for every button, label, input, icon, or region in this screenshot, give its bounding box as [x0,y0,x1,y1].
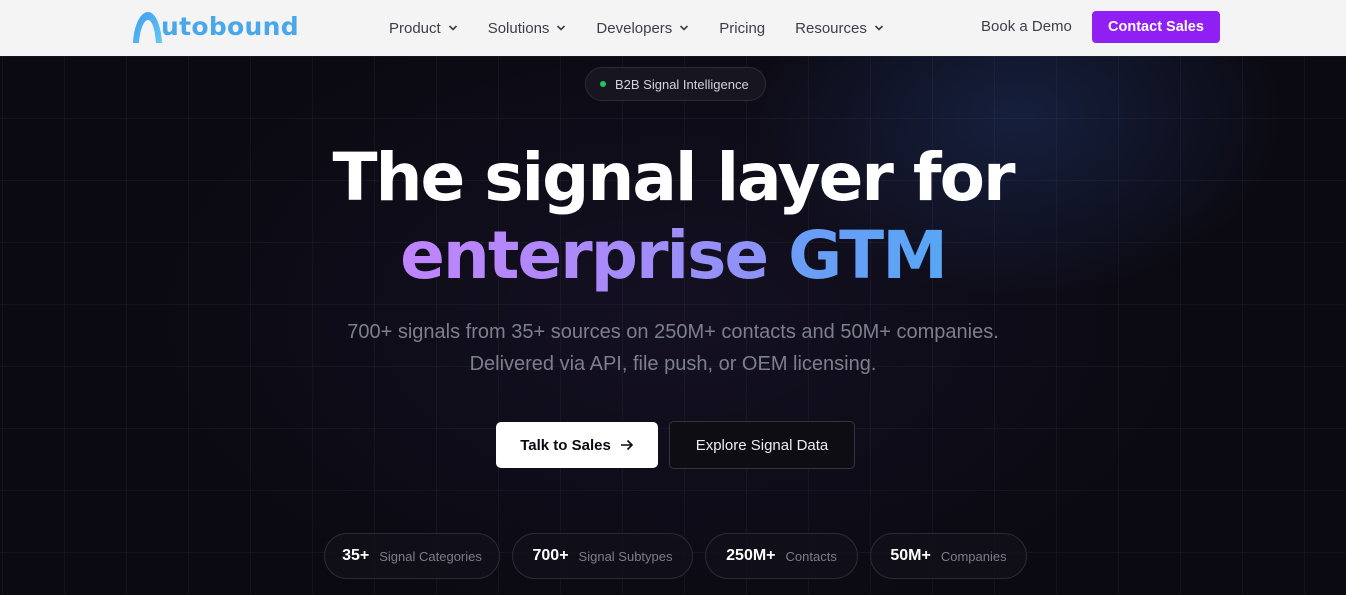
chevron-down-icon [680,25,689,31]
badge-text: B2B Signal Intelligence [615,76,749,92]
nav-item-label: Resources [795,19,867,37]
stat-pill-signal-categories: 35+ Signal Categories [324,533,500,579]
stat-value: 250M+ [726,547,776,564]
nav-item-label: Developers [596,19,673,37]
headline-line-1: The signal layer for [332,139,1015,216]
headline-word-gtm: GTM [788,217,948,294]
stat-label: Signal Categories [379,548,482,564]
nav-item-solutions[interactable]: Solutions [488,20,567,37]
stat-label: Signal Subtypes [578,548,673,564]
stat-label: Contacts [785,548,837,564]
arrow-right-icon [620,439,633,451]
hero-badge: B2B Signal Intelligence [585,67,766,101]
headline-line-2: enterprise GTM [0,216,1346,296]
nav-item-pricing[interactable]: Pricing [719,20,765,37]
chevron-down-icon [557,25,566,31]
autobound-logo[interactable]: utobound [131,9,299,45]
main-nav: Product Solutions Developers Pricing Res… [389,0,914,56]
nav-item-label: Product [389,19,441,37]
chevron-down-icon [448,25,457,31]
top-navbar: utobound Product Solutions Developers Pr… [0,0,1346,56]
contact-sales-button[interactable]: Contact Sales [1092,11,1220,43]
hero-section: B2B Signal Intelligence The signal layer… [0,56,1346,595]
hero-subtext-line-1: 700+ signals from 35+ sources on 250M+ c… [347,321,999,343]
stat-label: Companies [940,548,1007,564]
stat-pill-signal-subtypes: 700+ Signal Subtypes [512,533,693,579]
logo-arch-icon [133,12,162,43]
talk-to-sales-label: Talk to Sales [520,436,611,454]
talk-to-sales-button[interactable]: Talk to Sales [496,422,658,468]
headline-word-enterprise: enterprise [400,217,769,294]
hero-subtext-line-2: Delivered via API, file push, or OEM lic… [469,353,877,375]
chevron-down-icon [874,25,883,31]
logo-text: utobound [161,11,299,41]
stat-pill-contacts: 250M+ Contacts [705,533,858,579]
nav-item-label: Pricing [719,19,766,37]
stat-value: 700+ [532,547,569,564]
book-demo-link[interactable]: Book a Demo [981,18,1072,35]
stat-value: 50M+ [890,547,931,564]
status-dot-icon [600,81,606,87]
nav-item-developers[interactable]: Developers [596,20,689,37]
stat-value: 35+ [342,547,370,564]
nav-item-resources[interactable]: Resources [795,20,884,37]
stat-pill-companies: 50M+ Companies [870,533,1027,579]
nav-item-product[interactable]: Product [389,20,458,37]
stats-row: 35+ Signal Categories 700+ Signal Subtyp… [0,533,1346,579]
explore-signal-data-button[interactable]: Explore Signal Data [669,421,855,469]
nav-item-label: Solutions [487,19,550,37]
